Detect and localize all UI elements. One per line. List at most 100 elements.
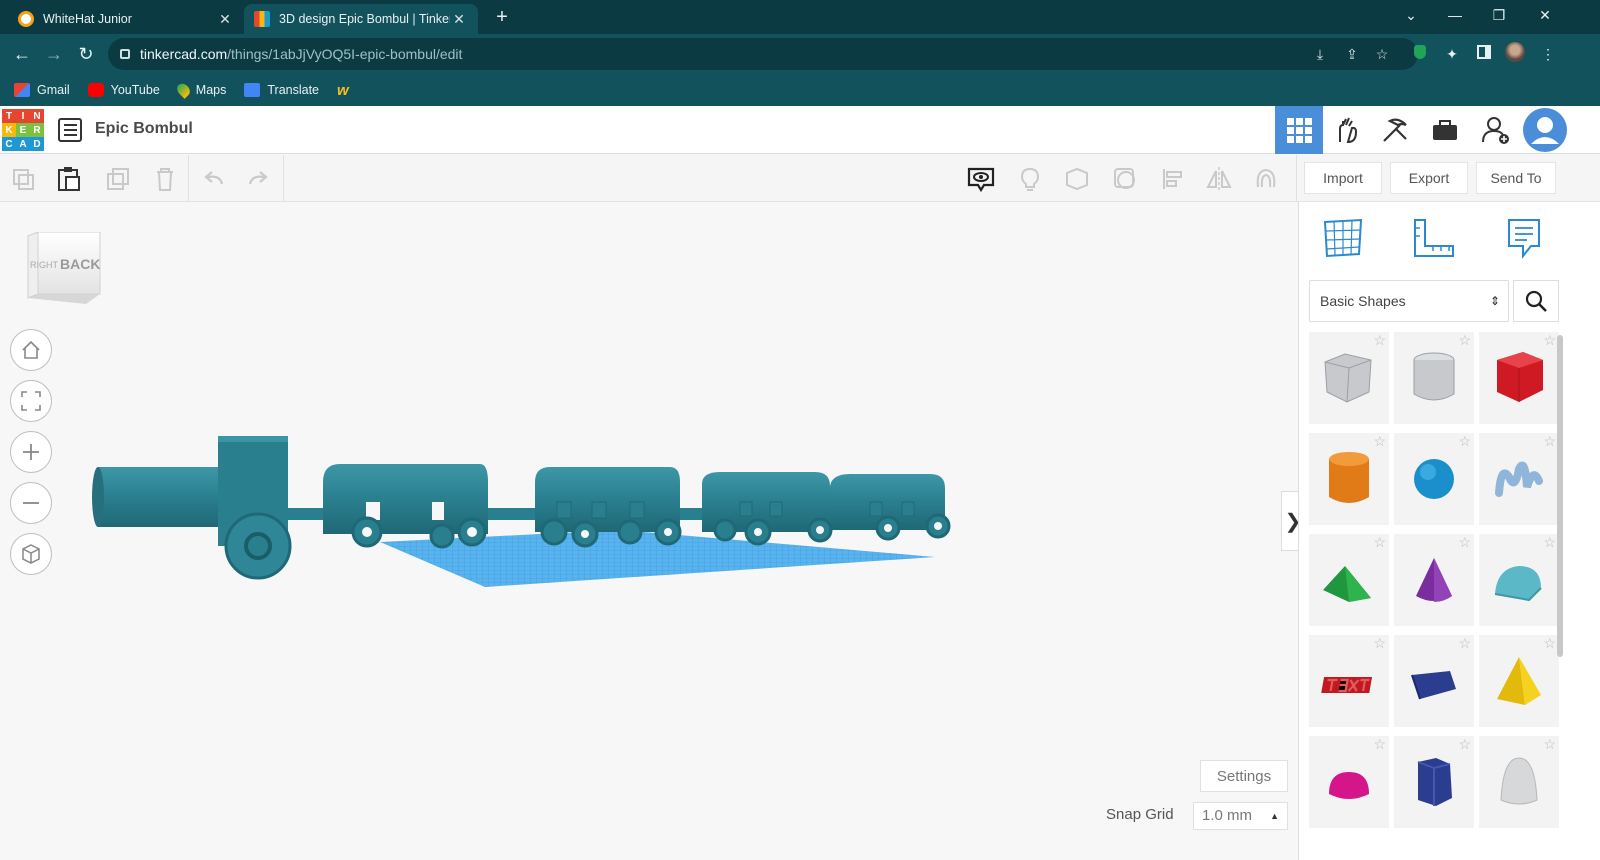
shape-tile-polygon[interactable]: ☆ (1394, 736, 1474, 828)
delete-trash-icon[interactable] (150, 164, 180, 194)
shape-tile-text[interactable]: ☆ (1309, 635, 1389, 727)
fit-view-button[interactable] (10, 380, 52, 422)
fit-frame-icon (21, 391, 41, 411)
shape-tile-cone[interactable]: ☆ (1394, 534, 1474, 626)
side-panel-icon[interactable] (1472, 42, 1496, 66)
send-to-button[interactable]: Send To (1476, 162, 1556, 194)
import-button[interactable]: Import (1304, 162, 1382, 194)
cruise-magnet-icon[interactable] (1251, 164, 1281, 194)
logo-letter: R (30, 123, 44, 137)
tinkercad-logo[interactable]: T I N K E R C A D (2, 109, 44, 151)
export-button[interactable]: Export (1390, 162, 1468, 194)
shape-tile-box[interactable]: ☆ (1479, 332, 1559, 424)
extensions-puzzle-icon[interactable]: ✦ (1440, 42, 1464, 66)
shape-tile-scribble[interactable]: ☆ (1479, 433, 1559, 525)
scribble-icon (1495, 461, 1543, 497)
lesson-plans-button[interactable] (1421, 106, 1469, 154)
shape-tile-round-roof[interactable]: ☆ (1479, 534, 1559, 626)
forward-arrow-icon[interactable]: → (40, 40, 68, 68)
solid-shape-icon[interactable] (1062, 164, 1092, 194)
paste-icon[interactable] (54, 164, 84, 194)
profile-avatar-icon[interactable] (1503, 42, 1527, 66)
shape-tile-box-alt[interactable]: ☆ (1394, 635, 1474, 727)
share-icon[interactable]: ⇪ (1342, 44, 1362, 64)
bookmark-whitehat[interactable]: w (337, 82, 349, 99)
duplicate-icon[interactable] (103, 164, 133, 194)
shape-tile-box-hole[interactable]: ☆ (1309, 332, 1389, 424)
workplane-tool-icon[interactable] (1321, 216, 1365, 260)
notes-tool-icon[interactable] (1503, 216, 1547, 260)
shape-tile-sphere[interactable]: ☆ (1394, 433, 1474, 525)
extension-shield-icon[interactable] (1408, 42, 1432, 66)
notes-eye-icon[interactable] (966, 164, 996, 194)
minus-icon (23, 502, 39, 504)
copy-icon[interactable] (8, 164, 38, 194)
home-view-button[interactable] (10, 329, 52, 371)
browser-tab-tinkercad[interactable]: 3D design Epic Bombul | Tinkerc ✕ (244, 4, 478, 34)
new-tab-icon[interactable]: + (490, 6, 514, 30)
bookmark-star-icon[interactable]: ☆ (1372, 44, 1392, 64)
tab-search-chevron-icon[interactable]: ⌄ (1388, 0, 1434, 32)
shape-tile-cylinder[interactable]: ☆ (1309, 433, 1389, 525)
hand-blocks-icon (1339, 117, 1358, 144)
mirror-icon[interactable] (1204, 164, 1234, 194)
shape-tile-half-sphere[interactable]: ☆ (1309, 736, 1389, 828)
shapes-scrollbar[interactable] (1557, 335, 1563, 657)
bookmark-gmail[interactable]: Gmail (14, 83, 70, 97)
tab-close-icon[interactable]: ✕ (216, 11, 234, 28)
install-app-icon[interactable]: ⤓ (1310, 44, 1330, 64)
edit-toolbar: Import Export Send To (0, 155, 1600, 202)
redo-icon[interactable] (244, 164, 274, 194)
shape-tile-cylinder-hole[interactable]: ☆ (1394, 332, 1474, 424)
tab-close-icon[interactable]: ✕ (450, 11, 468, 28)
maximize-icon[interactable]: ❐ (1476, 0, 1522, 32)
snap-grid-select[interactable]: 1.0 mm ▲ (1193, 802, 1288, 830)
logo-letter: N (30, 109, 44, 123)
train-model[interactable] (80, 422, 980, 592)
maps-pin-icon (174, 81, 193, 99)
align-icon[interactable] (1158, 164, 1188, 194)
shape-category-value: Basic Shapes (1320, 293, 1406, 309)
browser-tab-whitehat[interactable]: WhiteHat Junior ✕ (8, 4, 244, 34)
bricks-button[interactable] (1371, 106, 1419, 154)
logo-letter: I (16, 109, 30, 123)
reload-icon[interactable]: ↻ (72, 40, 100, 68)
lightbulb-icon[interactable] (1015, 164, 1045, 194)
orthographic-view-button[interactable] (10, 533, 52, 575)
3d-view-grid-button[interactable] (1275, 106, 1323, 154)
shape-tile-paraboloid[interactable]: ☆ (1479, 736, 1559, 828)
navy-box-icon (1411, 671, 1456, 700)
cube-outline-icon (22, 544, 40, 564)
bookmark-youtube[interactable]: YouTube (87, 83, 160, 97)
design-list-icon[interactable] (58, 118, 82, 142)
undo-icon[interactable] (198, 164, 228, 194)
bookmark-maps[interactable]: Maps (174, 81, 226, 99)
blocks-button[interactable] (1323, 106, 1371, 154)
shape-tile-pyramid[interactable]: ☆ (1479, 635, 1559, 727)
bookmark-translate[interactable]: Translate (244, 83, 319, 97)
zoom-in-button[interactable] (10, 431, 52, 473)
tab-title: WhiteHat Junior (43, 12, 132, 26)
box-hole-icon (1324, 353, 1372, 403)
view-cube[interactable]: RIGHT BACK (26, 231, 104, 317)
minimize-icon[interactable]: — (1432, 0, 1478, 32)
address-bar[interactable]: tinkercad.com/things/1abJjVyOQ5I-epic-bo… (108, 38, 1418, 70)
cylinder-hole-icon (1413, 352, 1455, 401)
design-title[interactable]: Epic Bombul (95, 120, 193, 138)
whitehat-favicon-icon (18, 11, 34, 27)
user-avatar-button[interactable] (1521, 106, 1569, 154)
browser-menu-icon[interactable]: ⋮ (1536, 42, 1560, 66)
toolbar-divider (188, 155, 189, 201)
back-arrow-icon[interactable]: ← (8, 40, 36, 68)
settings-button[interactable]: Settings (1200, 760, 1288, 792)
invite-people-button[interactable] (1472, 106, 1520, 154)
close-window-icon[interactable]: ✕ (1522, 0, 1568, 32)
shape-tile-roof[interactable]: ☆ (1309, 534, 1389, 626)
ruler-tool-icon[interactable] (1411, 216, 1455, 260)
hole-shape-icon[interactable] (1110, 164, 1140, 194)
workplane-canvas[interactable]: RIGHT BACK ❯ Settings Snap Grid 1.0 mm ▲ (0, 202, 1305, 860)
zoom-out-button[interactable] (10, 482, 52, 524)
shape-category-dropdown[interactable]: Basic Shapes ⇕ (1309, 280, 1509, 322)
lock-icon (120, 49, 130, 59)
shape-search-button[interactable] (1513, 280, 1559, 322)
